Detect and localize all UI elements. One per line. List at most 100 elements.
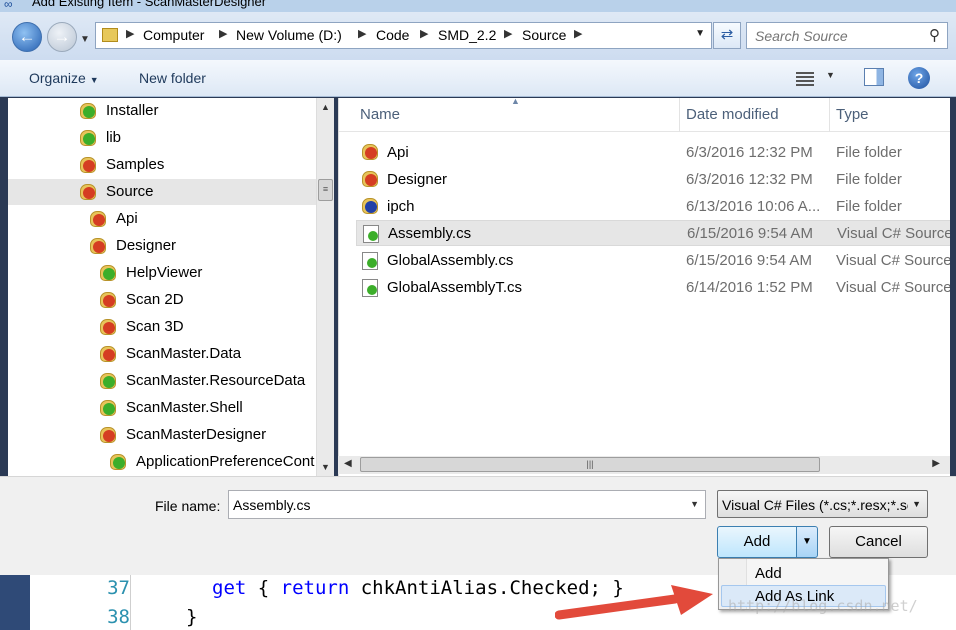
tree-item-label: Scan 2D — [126, 291, 184, 308]
tree-item-applicationpreference[interactable]: ApplicationPreferenceCont — [8, 449, 316, 475]
refresh-button[interactable]: ⇄ — [713, 22, 741, 49]
chevron-down-icon: ▼ — [912, 499, 921, 509]
forward-arrow-icon: → — [53, 27, 71, 46]
file-row-designer[interactable]: Designer 6/3/2016 12:32 PM File folder — [356, 167, 950, 193]
chevron-down-icon: ▼ — [89, 75, 99, 85]
tree-vertical-scrollbar[interactable]: ▲ ≡ ▼ — [316, 98, 334, 476]
tree-item-samples[interactable]: Samples — [8, 152, 316, 178]
scroll-right-icon[interactable]: ▶ — [932, 458, 940, 469]
file-row-globalassemblyt[interactable]: GlobalAssemblyT.cs 6/14/2016 1:52 PM Vis… — [356, 275, 950, 301]
tree-item-designer[interactable]: Designer — [8, 233, 316, 259]
folder-icon — [102, 28, 118, 42]
breadcrumb-code[interactable]: Code — [376, 27, 409, 43]
breadcrumb-volume[interactable]: New Volume (D:) — [236, 27, 342, 43]
file-type: Visual C# Source — [836, 279, 950, 296]
navigation-tree[interactable]: Installer lib Samples Source Api Designe… — [8, 98, 334, 476]
forward-button[interactable]: → — [47, 22, 77, 52]
column-divider[interactable] — [829, 98, 830, 132]
column-divider[interactable] — [679, 98, 680, 132]
file-row-assembly[interactable]: Assembly.cs 6/15/2016 9:54 AM Visual C# … — [356, 220, 950, 246]
folder-icon — [362, 171, 378, 187]
chevron-right-icon[interactable]: ▶ — [574, 27, 582, 40]
search-input[interactable] — [747, 23, 923, 48]
csharp-file-icon — [362, 279, 378, 297]
chevron-right-icon[interactable]: ▶ — [126, 27, 134, 40]
file-name-combobox[interactable]: ▼ — [228, 490, 706, 519]
organize-button[interactable]: Organize ▼ — [29, 70, 99, 86]
scroll-up-icon[interactable]: ▲ — [321, 102, 330, 112]
file-row-globalassembly[interactable]: GlobalAssembly.cs 6/15/2016 9:54 AM Visu… — [356, 248, 950, 274]
app-icon: ∞ — [4, 0, 13, 11]
menu-item-add[interactable]: Add — [721, 562, 886, 584]
scroll-thumb[interactable]: ||| — [360, 457, 820, 472]
scroll-left-icon[interactable]: ◀ — [344, 458, 352, 469]
sort-ascending-icon: ▲ — [511, 98, 520, 106]
tree-item-label: ScanMaster.Shell — [126, 399, 243, 416]
tree-item-helpviewer[interactable]: HelpViewer — [8, 260, 316, 286]
tree-item-label: ScanMaster.Data — [126, 345, 242, 362]
tree-item-source[interactable]: Source — [8, 179, 316, 205]
new-folder-button[interactable]: New folder — [139, 70, 206, 86]
breadcrumb-computer[interactable]: Computer — [143, 27, 204, 43]
tree-item-api[interactable]: Api — [8, 206, 316, 232]
tree-item-label: ScanMaster.ResourceData — [126, 372, 306, 389]
tree-item-scanmaster-data[interactable]: ScanMaster.Data — [8, 341, 316, 367]
breadcrumb-smd[interactable]: SMD_2.2 — [438, 27, 496, 43]
tree-item-label: Source — [106, 183, 154, 200]
folder-icon — [100, 265, 116, 281]
tree-item-scanmasterdesigner[interactable]: ScanMasterDesigner — [8, 422, 316, 448]
csharp-file-icon — [363, 225, 379, 243]
menu-item-label: Add — [755, 565, 782, 582]
tree-item-scanmaster-resourcedata[interactable]: ScanMaster.ResourceData — [8, 368, 316, 394]
recent-pages-dropdown-icon[interactable]: ▼ — [80, 34, 90, 45]
help-icon[interactable]: ? — [908, 67, 930, 89]
chevron-down-icon[interactable]: ▼ — [826, 70, 835, 80]
chevron-down-icon[interactable]: ▼ — [690, 499, 699, 509]
file-type: File folder — [836, 198, 902, 215]
chevron-right-icon[interactable]: ▶ — [219, 27, 227, 40]
chevron-down-icon: ▼ — [802, 536, 812, 547]
file-list-header: ▲ Name Date modified Type — [339, 98, 950, 132]
folder-icon — [362, 144, 378, 160]
column-header-name[interactable]: Name — [360, 106, 400, 123]
column-header-type[interactable]: Type — [836, 106, 869, 123]
tree-item-scan3d[interactable]: Scan 3D — [8, 314, 316, 340]
file-row-ipch[interactable]: ipch 6/13/2016 10:06 A... File folder — [356, 194, 950, 220]
back-button[interactable]: ← — [12, 22, 42, 52]
tree-item-label: Designer — [116, 237, 177, 254]
tree-item-lib[interactable]: lib — [8, 125, 316, 151]
file-name: GlobalAssembly.cs — [387, 252, 514, 269]
tree-item-installer[interactable]: Installer — [8, 98, 316, 124]
add-options-dropdown-button[interactable]: ▼ — [796, 526, 818, 558]
add-button[interactable]: Add — [717, 526, 797, 558]
chevron-down-icon[interactable]: ▼ — [695, 28, 705, 39]
cancel-button[interactable]: Cancel — [829, 526, 928, 558]
column-header-date[interactable]: Date modified — [686, 106, 779, 123]
line-number: 38 — [107, 606, 130, 628]
tree-item-scan2d[interactable]: Scan 2D — [8, 287, 316, 313]
chevron-right-icon[interactable]: ▶ — [420, 27, 428, 40]
folder-icon — [80, 130, 96, 146]
file-type-select[interactable]: Visual C# Files (*.cs;*.resx;*.se ▼ — [717, 490, 928, 518]
scroll-down-icon[interactable]: ▼ — [321, 462, 330, 472]
tree-item-scanmaster-shell[interactable]: ScanMaster.Shell — [8, 395, 316, 421]
preview-pane-icon[interactable] — [864, 68, 884, 86]
address-bar[interactable]: ▶ Computer ▶ New Volume (D:) ▶ Code ▶ SM… — [95, 22, 712, 49]
search-box[interactable]: ⚲ — [746, 22, 948, 49]
file-date: 6/3/2016 12:32 PM — [686, 171, 813, 188]
chevron-right-icon[interactable]: ▶ — [358, 27, 366, 40]
file-name: Assembly.cs — [388, 225, 472, 242]
change-view-icon[interactable] — [796, 70, 814, 86]
code-line: } — [186, 606, 198, 628]
file-row-api[interactable]: Api 6/3/2016 12:32 PM File folder — [356, 140, 950, 166]
search-icon[interactable]: ⚲ — [929, 26, 940, 44]
folder-icon — [100, 400, 116, 416]
scroll-thumb[interactable]: ≡ — [318, 179, 333, 201]
chevron-right-icon[interactable]: ▶ — [504, 27, 512, 40]
file-name-input[interactable] — [229, 491, 679, 518]
code-keyword: get — [212, 577, 247, 599]
file-list-horizontal-scrollbar[interactable]: ◀ ||| ▶ — [338, 456, 950, 474]
breadcrumb-source[interactable]: Source — [522, 27, 566, 43]
file-list[interactable]: ▲ Name Date modified Type Api 6/3/2016 1… — [338, 98, 950, 476]
folder-icon — [100, 319, 116, 335]
